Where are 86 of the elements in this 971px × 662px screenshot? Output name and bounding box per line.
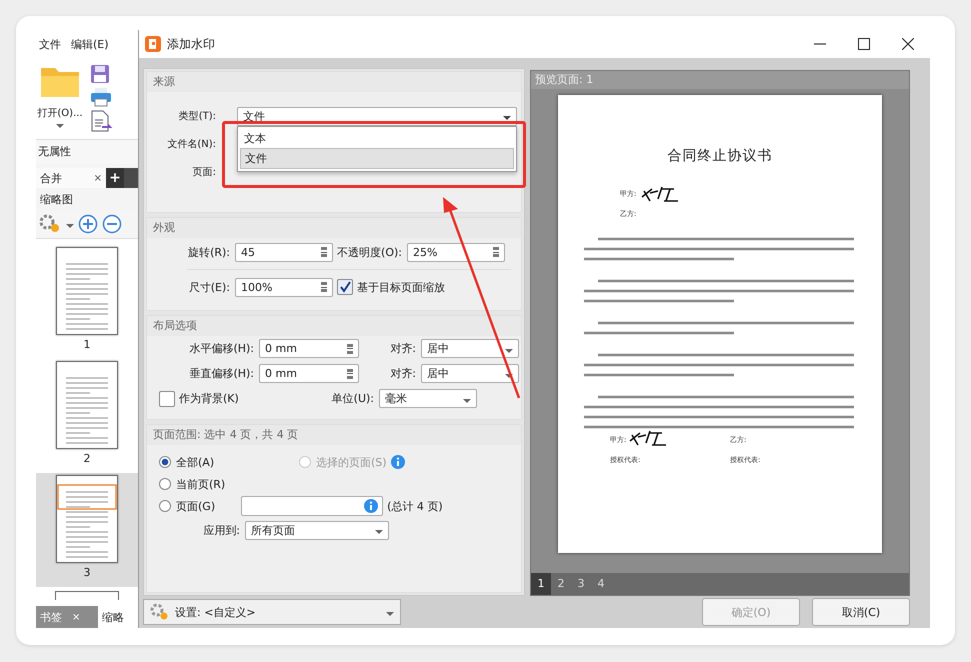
page-tab[interactable]: 3 <box>571 573 591 595</box>
radio-label: 全部(A) <box>176 454 214 470</box>
apply-to-dropdown[interactable]: 所有页面 <box>245 520 389 540</box>
caret-icon[interactable] <box>56 124 64 128</box>
radio-label: 选择的页面(S) <box>316 454 387 470</box>
size-spinbox[interactable]: 100% <box>235 278 333 296</box>
offset-spinbox[interactable]: 0 mm <box>259 364 359 383</box>
radio-label: 当前页(R) <box>176 476 226 492</box>
checkbox[interactable] <box>337 279 353 295</box>
tab-label[interactable]: 合并 <box>40 170 62 186</box>
thumbnail-item[interactable]: 3 <box>36 473 138 587</box>
document-tab[interactable]: 合并 × <box>36 168 106 188</box>
preview-title: 预览页面: 1 <box>531 71 909 89</box>
menu-item[interactable]: 编辑(E) <box>71 36 109 52</box>
close-icon[interactable]: × <box>94 172 102 184</box>
printer-icon[interactable] <box>90 87 112 107</box>
page-thumbnail[interactable] <box>56 247 118 335</box>
info-icon[interactable] <box>390 455 405 469</box>
add-tab-button[interactable]: + <box>106 168 124 188</box>
field-label: 旋转(R): <box>187 244 231 260</box>
page-thumbnail[interactable] <box>56 361 118 449</box>
field-label: 应用到: <box>202 522 241 538</box>
align-dropdown[interactable]: 居中 <box>421 364 519 383</box>
section-title: 页面范围: 选中 4 页，共 4 页 <box>147 425 521 445</box>
field-label: 尺寸(E): <box>188 280 231 294</box>
field-label: 水平偏移(H): <box>188 341 255 356</box>
page-number: 3 <box>84 566 90 579</box>
dropdown-option[interactable]: 文本 <box>240 129 514 148</box>
close-icon[interactable] <box>902 38 914 50</box>
page-tab[interactable]: 2 <box>551 573 571 595</box>
thumbnail-item[interactable]: 1 <box>36 245 138 359</box>
field-label: 类型(T): <box>178 110 217 123</box>
settings-dropdown[interactable]: 设置: <自定义> <box>143 599 401 625</box>
checkbox-label: 作为背景(K) <box>179 391 240 406</box>
field-label: 页面: <box>192 166 217 179</box>
unit-dropdown[interactable]: 毫米 <box>379 389 477 408</box>
menu-item[interactable]: 文件 <box>39 36 61 52</box>
field-label: 文件名(N): <box>166 138 217 151</box>
dialog-title: 添加水印 <box>167 36 215 52</box>
document-icon[interactable] <box>90 110 114 132</box>
open-label[interactable]: 打开(O)... <box>37 106 83 120</box>
caret-icon[interactable] <box>66 224 74 228</box>
caret-icon[interactable] <box>505 348 513 352</box>
page-tab[interactable]: 4 <box>591 573 611 595</box>
section-title: 来源 <box>147 72 521 92</box>
rotation-spinbox[interactable]: 45 <box>235 242 333 262</box>
page-tab[interactable]: 1 <box>531 573 551 595</box>
page-number: 2 <box>84 452 90 465</box>
align-dropdown[interactable]: 居中 <box>421 339 519 358</box>
zoom-out-icon[interactable] <box>102 214 122 234</box>
radio-button[interactable] <box>159 500 171 512</box>
radio-label: 页面(G) <box>176 498 216 514</box>
caret-icon[interactable] <box>503 116 511 120</box>
maximize-icon[interactable] <box>858 38 870 50</box>
tab-label[interactable]: 缩略 <box>102 610 124 624</box>
radio-button[interactable] <box>159 456 171 468</box>
checkbox[interactable] <box>159 390 175 406</box>
radio-button[interactable] <box>159 478 171 490</box>
gear-icon[interactable] <box>38 213 62 235</box>
caret-icon[interactable] <box>375 530 383 534</box>
field-label: 垂直偏移(H): <box>188 366 255 381</box>
document-title: 合同终止协议书 <box>668 147 772 165</box>
caret-icon[interactable] <box>386 612 394 616</box>
total-pages-label: (总计 4 页) <box>387 498 443 514</box>
thumbnail-item[interactable]: 2 <box>36 359 138 473</box>
opacity-spinbox[interactable]: 25% <box>407 242 505 262</box>
field-label: 单位(U): <box>330 391 375 406</box>
page-number: 1 <box>84 338 90 351</box>
dialog-button[interactable]: 取消(C) <box>812 598 910 626</box>
field-label: 不透明度(O): <box>336 244 403 260</box>
field-label: 对齐: <box>389 366 417 381</box>
zoom-in-icon[interactable] <box>78 214 98 234</box>
gear-icon <box>150 603 170 621</box>
caret-icon[interactable] <box>463 398 471 402</box>
section-title: 布局选项 <box>147 316 521 336</box>
section-title: 外观 <box>147 218 521 238</box>
app-logo-icon <box>145 36 161 52</box>
pages-input-field[interactable] <box>241 496 384 516</box>
caret-icon[interactable] <box>505 374 513 378</box>
field-label: 对齐: <box>389 341 417 356</box>
checkbox-label: 基于目标页面缩放 <box>357 280 445 294</box>
offset-spinbox[interactable]: 0 mm <box>259 339 359 358</box>
info-icon[interactable] <box>364 499 378 513</box>
page-thumbnail[interactable] <box>56 475 118 563</box>
page-thumbnail <box>55 591 119 600</box>
dropdown-option[interactable]: 文件 <box>240 148 514 169</box>
